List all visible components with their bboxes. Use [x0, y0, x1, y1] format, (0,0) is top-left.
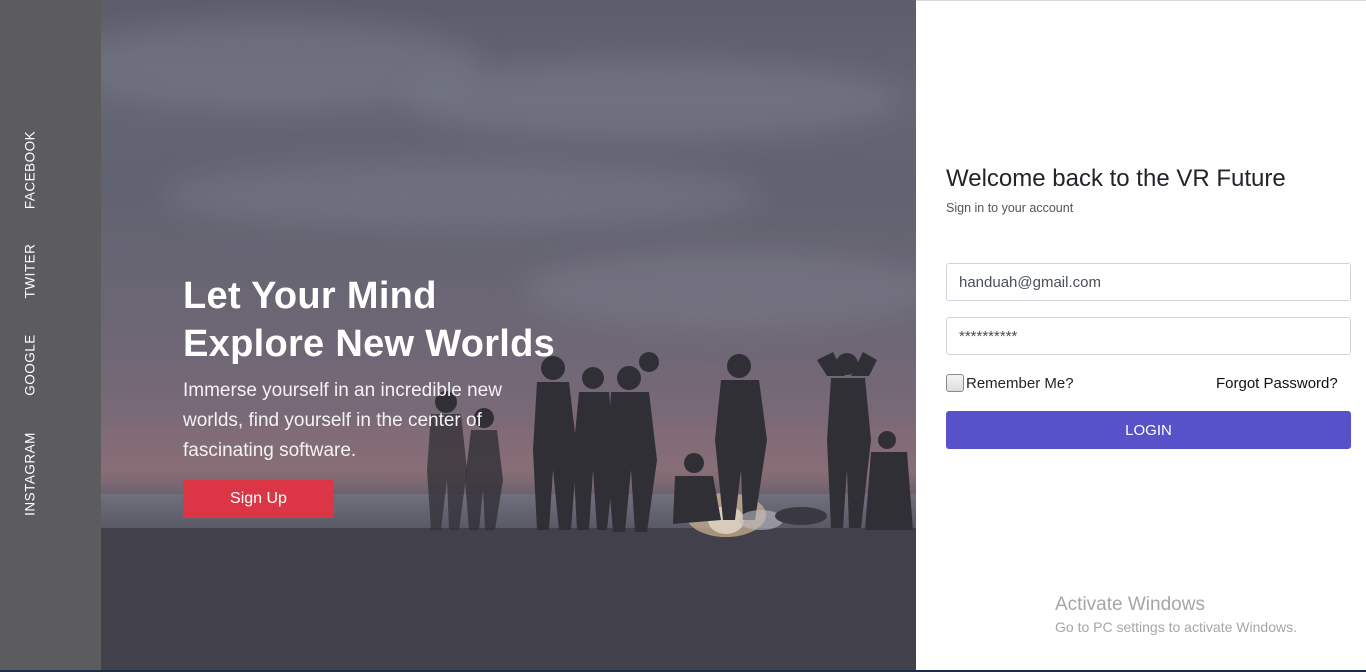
hero-text-block: Let Your Mind Explore New Worlds Immerse… [183, 272, 583, 466]
google-link[interactable]: GOOGLE [23, 334, 38, 396]
hero-subtitle: Immerse yourself in an incredible new wo… [183, 376, 583, 466]
remember-me-label: Remember Me? [966, 374, 1074, 392]
login-button[interactable]: LOGIN [946, 411, 1351, 449]
hero-subtitle-line: worlds, find yourself in the center of [183, 410, 482, 431]
watermark-title: Activate Windows [1055, 594, 1205, 615]
hero-section: Let Your Mind Explore New Worlds Immerse… [101, 0, 916, 672]
hero-title-line: Let Your Mind [183, 275, 437, 317]
twitter-link[interactable]: TWITER [23, 244, 38, 299]
login-subtitle: Sign in to your account [946, 201, 1074, 215]
activate-windows-watermark: Activate Windows Go to PC settings to ac… [1055, 594, 1297, 635]
hero-subtitle-line: Immerse yourself in an incredible new [183, 380, 502, 401]
instagram-link[interactable]: INSTAGRAM [23, 432, 38, 516]
password-field[interactable] [946, 317, 1351, 355]
hero-title: Let Your Mind Explore New Worlds [183, 272, 583, 368]
social-sidebar: FACEBOOK TWITER GOOGLE INSTAGRAM [0, 0, 101, 672]
forgot-password-link[interactable]: Forgot Password? [1216, 375, 1338, 392]
watermark-subtitle: Go to PC settings to activate Windows. [1055, 619, 1297, 635]
hero-title-line: Explore New Worlds [183, 323, 556, 365]
login-title: Welcome back to the VR Future [946, 165, 1286, 192]
facebook-link[interactable]: FACEBOOK [23, 131, 38, 209]
email-field[interactable] [946, 263, 1351, 301]
hero-subtitle-line: fascinating software. [183, 440, 357, 461]
sign-up-button[interactable]: Sign Up [183, 480, 334, 518]
remember-me-checkbox[interactable] [946, 374, 964, 392]
login-panel: Welcome back to the VR Future Sign in to… [916, 0, 1366, 672]
remember-me[interactable]: Remember Me? [946, 374, 1074, 392]
